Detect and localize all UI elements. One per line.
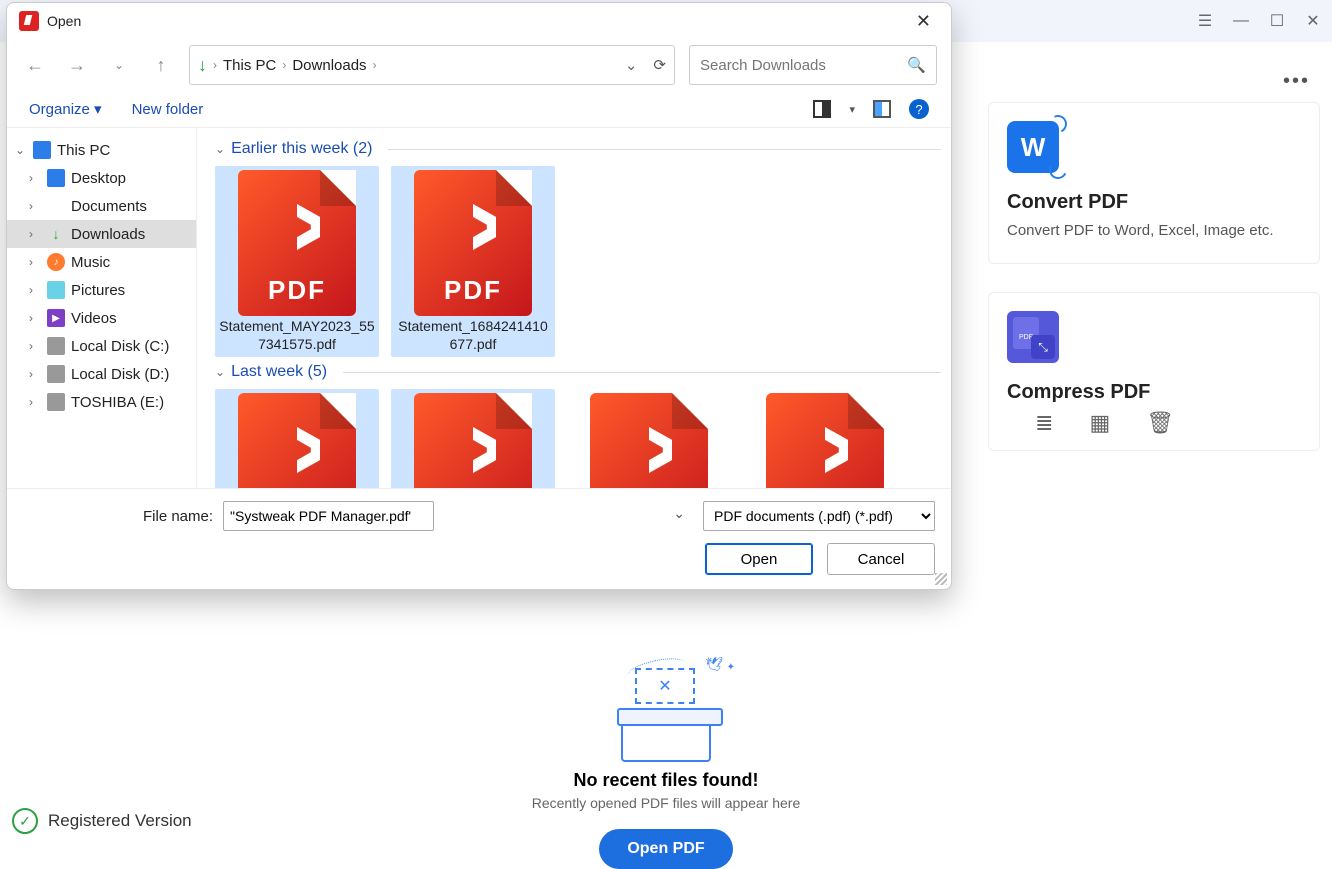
tree-item-documents[interactable]: ›Documents [7,192,196,220]
history-dropdown[interactable]: ⌄ [105,51,133,79]
up-button[interactable]: ↑ [147,51,175,79]
file-name-label: File name: [143,508,213,525]
resize-grip[interactable] [935,573,947,585]
crumb-this-pc[interactable]: This PC [223,57,276,74]
open-pdf-button[interactable]: Open PDF [599,829,732,869]
download-icon: ↓ [198,55,207,76]
file-group-header[interactable]: ⌄Last week (5) [215,363,941,381]
help-icon[interactable]: ? [909,99,929,119]
cancel-button[interactable]: Cancel [827,543,935,575]
tree-item-this-pc[interactable]: ⌄This PC [7,136,196,164]
recent-subtitle: Recently opened PDF files will appear he… [456,795,876,811]
file-name-input[interactable] [223,501,434,531]
more-icon[interactable]: ••• [1283,70,1310,93]
tree-item-local-disk-d-[interactable]: ›Local Disk (D:) [7,360,196,388]
minimize-button[interactable]: — [1232,12,1250,30]
convert-pdf-card[interactable]: W Convert PDF Convert PDF to Word, Excel… [988,102,1320,264]
recent-title: No recent files found! [456,770,876,791]
file-tile[interactable]: PDFStatement_1684241410677.pdf [391,166,555,357]
tree-item-pictures[interactable]: ›Pictures [7,276,196,304]
preview-pane-icon[interactable] [873,100,891,118]
convert-title: Convert PDF [1007,191,1301,214]
refresh-icon[interactable]: ⟳ [653,56,666,74]
search-icon[interactable]: 🔍 [907,56,926,74]
address-dropdown[interactable]: ⌄ [625,56,638,74]
search-input[interactable] [700,57,907,74]
dialog-close-icon[interactable]: ✕ [908,7,939,36]
check-icon: ✓ [12,808,38,834]
crumb-downloads[interactable]: Downloads [292,57,366,74]
tree-item-local-disk-c-[interactable]: ›Local Disk (C:) [7,332,196,360]
maximize-button[interactable]: ☐ [1268,11,1286,31]
tree-item-toshiba-e-[interactable]: ›TOSHIBA (E:) [7,388,196,416]
compress-title: Compress PDF [1007,381,1301,404]
address-bar[interactable]: ↓ › This PC › Downloads › ⌄ ⟳ [189,45,675,85]
grid-view-icon[interactable]: ▦ [1089,410,1110,436]
organize-menu[interactable]: Organize ▾ [29,100,102,118]
back-button[interactable]: ← [21,51,49,79]
file-tile[interactable]: PDF [215,389,379,488]
list-view-icon[interactable]: ≣ [1035,410,1053,436]
tree-item-downloads[interactable]: ›↓Downloads [7,220,196,248]
open-dialog: Open ✕ ← → ⌄ ↑ ↓ › This PC › Downloads ›… [6,2,952,590]
word-icon: W [1007,121,1059,173]
file-area[interactable]: ⌄Earlier this week (2) PDFStatement_MAY20… [197,128,951,488]
file-tile[interactable]: PDFStatement_MAY2023_557341575.pdf [215,166,379,357]
tree-item-music[interactable]: ›♪Music [7,248,196,276]
file-tile[interactable]: PDF [567,389,731,488]
convert-desc: Convert PDF to Word, Excel, Image etc. [1007,220,1301,241]
compress-icon: PDF ⤡ [1007,311,1059,363]
compress-pdf-card[interactable]: PDF ⤡ Compress PDF ≣ ▦ 🗑 [988,292,1320,451]
open-button[interactable]: Open [705,543,813,575]
empty-illustration: 🕊 ✦ ✕ [611,662,721,762]
file-type-select[interactable]: PDF documents (.pdf) (*.pdf) [703,501,935,531]
view-mode-dropdown[interactable]: ▾ [849,103,855,116]
recent-area: 🕊 ✦ ✕ No recent files found! Recently op… [456,662,876,869]
dialog-title: Open [47,13,81,29]
dialog-app-icon [19,11,39,31]
new-folder-button[interactable]: New folder [132,101,204,118]
search-box[interactable]: 🔍 [689,45,937,85]
file-tile[interactable]: PDF [743,389,907,488]
forward-button[interactable]: → [63,51,91,79]
view-mode-icon[interactable] [813,100,831,118]
file-group-header[interactable]: ⌄Earlier this week (2) [215,140,941,158]
registered-label: Registered Version [48,811,192,831]
close-button[interactable]: ✕ [1304,11,1322,31]
remove-view-icon[interactable]: 🗑 [1146,410,1174,436]
file-tile[interactable]: PDF [391,389,555,488]
registered-badge: ✓ Registered Version [12,808,192,834]
tree-item-videos[interactable]: ›▶Videos [7,304,196,332]
app-menu-icon[interactable]: ☰ [1196,11,1214,31]
folder-tree[interactable]: ⌄This PC›Desktop›Documents›↓Downloads›♪M… [7,128,197,488]
tree-item-desktop[interactable]: ›Desktop [7,164,196,192]
side-panel: W Convert PDF Convert PDF to Word, Excel… [988,102,1320,479]
